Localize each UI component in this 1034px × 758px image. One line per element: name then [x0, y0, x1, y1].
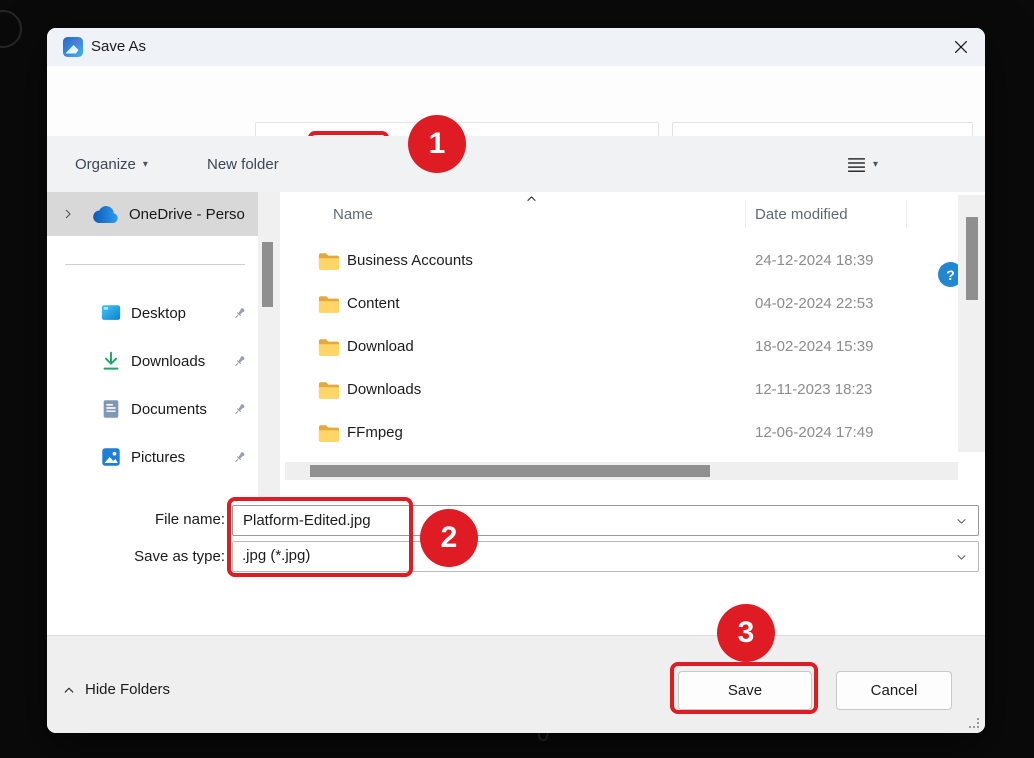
organize-label: Organize — [75, 156, 136, 173]
save-as-type-value: .jpg (*.jpg) — [242, 547, 310, 564]
navigation-bar: › Desktop 1 — [47, 66, 985, 136]
new-folder-button[interactable]: New folder — [207, 136, 279, 192]
column-header-name[interactable]: Name — [333, 206, 373, 223]
sidebar-scrollbar[interactable] — [258, 192, 280, 501]
close-button[interactable] — [944, 32, 978, 62]
sort-ascending-icon[interactable] — [525, 192, 538, 205]
window-title: Save As — [91, 28, 146, 66]
view-mode-button[interactable]: ▾ — [847, 136, 878, 192]
pin-icon — [232, 402, 247, 417]
documents-icon — [100, 398, 122, 420]
sidebar-scrollbar-thumb[interactable] — [262, 242, 273, 307]
file-name-label: File name: — [77, 511, 225, 528]
folder-icon — [318, 424, 340, 443]
file-name-cell: Content — [347, 295, 400, 312]
sidebar-item-label: Documents — [131, 401, 232, 418]
column-divider[interactable] — [745, 200, 746, 228]
sidebar-item-desktop[interactable]: Desktop — [47, 289, 258, 337]
folder-icon — [318, 252, 340, 271]
file-list-header: Name Date modified — [280, 198, 958, 230]
file-name-cell: Business Accounts — [347, 252, 473, 269]
new-folder-label: New folder — [207, 156, 279, 173]
desktop-background: 0 ° Save As › Desktop 1 — [0, 0, 1034, 758]
date-modified-cell: 12-06-2024 17:49 — [755, 424, 873, 441]
folder-icon — [318, 338, 340, 357]
hide-folders-label: Hide Folders — [85, 681, 170, 698]
save-as-dialog: Save As › Desktop 1 — [47, 28, 985, 733]
sidebar-item-downloads[interactable]: Downloads — [47, 337, 258, 385]
sidebar-item-label: OneDrive - Perso — [129, 206, 245, 223]
title-bar: Save As — [47, 28, 985, 66]
chevron-up-icon — [62, 683, 76, 697]
folder-icon — [318, 381, 340, 400]
folder-icon — [318, 295, 340, 314]
sidebar-item-label: Desktop — [131, 305, 232, 322]
command-toolbar: Organize ▾ New folder ▾ ? — [47, 136, 985, 192]
dialog-footer: Hide Folders Save Cancel — [47, 635, 985, 733]
column-divider[interactable] — [906, 200, 907, 228]
file-row-downloads[interactable]: Downloads 12-11-2023 18:23 — [285, 370, 958, 413]
horizontal-scrollbar-thumb[interactable] — [310, 465, 710, 477]
resize-grip[interactable] — [969, 718, 979, 728]
onedrive-cloud-icon — [91, 205, 121, 224]
sidebar-item-documents[interactable]: Documents — [47, 385, 258, 433]
save-button[interactable]: Save — [678, 671, 812, 710]
cancel-button[interactable]: Cancel — [836, 671, 952, 710]
column-header-date-modified[interactable]: Date modified — [755, 206, 848, 223]
sidebar-item-pictures[interactable]: Pictures — [47, 433, 258, 481]
file-name-cell: Download — [347, 338, 414, 355]
horizontal-scrollbar[interactable] — [285, 462, 958, 480]
close-icon — [952, 38, 970, 56]
file-name-cell: Downloads — [347, 381, 421, 398]
annotation-step-3: 3 — [717, 604, 775, 662]
date-modified-cell: 18-02-2024 15:39 — [755, 338, 873, 355]
date-modified-cell: 04-02-2024 22:53 — [755, 295, 873, 312]
caret-down-icon: ▾ — [873, 159, 878, 170]
annotation-step-2: 2 — [420, 509, 478, 567]
file-row-content[interactable]: Content 04-02-2024 22:53 — [285, 284, 958, 327]
file-row-ffmpeg[interactable]: FFmpeg 12-06-2024 17:49 — [285, 413, 958, 456]
save-as-type-select[interactable]: .jpg (*.jpg) — [232, 541, 979, 572]
details-view-icon — [847, 157, 866, 172]
caret-down-icon: ▾ — [143, 159, 148, 170]
save-button-label: Save — [728, 682, 762, 699]
vertical-scrollbar-thumb[interactable] — [966, 217, 978, 300]
background-partial-circle — [0, 10, 22, 48]
cancel-button-label: Cancel — [871, 682, 918, 699]
downloads-icon — [100, 350, 122, 372]
sidebar-item-label: Downloads — [131, 353, 232, 370]
pin-icon — [232, 354, 247, 369]
pictures-icon — [100, 446, 122, 468]
sidebar-divider — [65, 264, 245, 265]
file-row-download[interactable]: Download 18-02-2024 15:39 — [285, 327, 958, 370]
file-row-business-accounts[interactable]: Business Accounts 24-12-2024 18:39 — [285, 241, 958, 284]
hide-folders-button[interactable]: Hide Folders — [62, 681, 170, 698]
sidebar-item-label: Pictures — [131, 449, 232, 466]
chevron-right-icon — [61, 207, 75, 221]
annotation-step-1: 1 — [408, 115, 466, 173]
file-name-cell: FFmpeg — [347, 424, 403, 441]
organize-menu-button[interactable]: Organize ▾ — [75, 136, 148, 192]
file-name-combo — [232, 505, 979, 536]
pin-icon — [232, 450, 247, 465]
sidebar-item-onedrive[interactable]: OneDrive - Perso — [47, 192, 258, 236]
date-modified-cell: 24-12-2024 18:39 — [755, 252, 873, 269]
chevron-down-icon — [955, 551, 968, 564]
photos-app-icon — [63, 37, 83, 57]
chevron-down-icon[interactable] — [955, 515, 968, 528]
desktop-icon — [100, 302, 122, 324]
save-as-type-label: Save as type: — [77, 548, 225, 565]
file-name-input[interactable] — [241, 507, 805, 534]
pin-icon — [232, 306, 247, 321]
date-modified-cell: 12-11-2023 18:23 — [755, 381, 872, 398]
vertical-scrollbar[interactable] — [958, 195, 985, 452]
